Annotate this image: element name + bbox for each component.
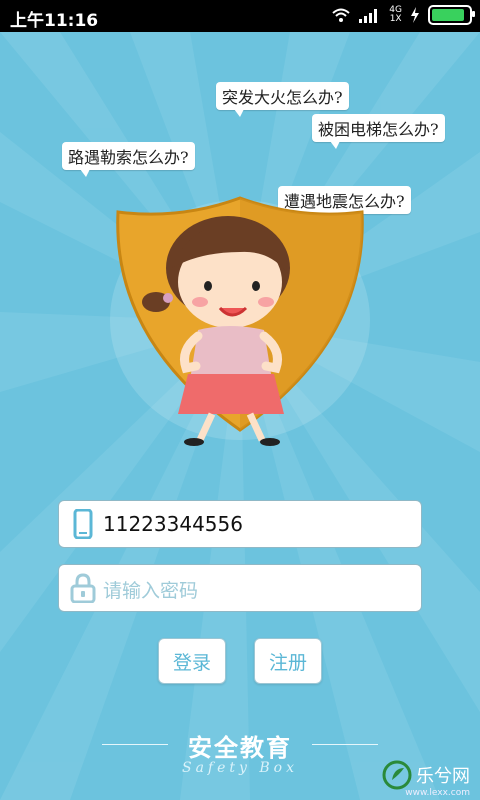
watermark: 乐兮网 www.lexx.com [382,760,470,798]
battery-icon [428,5,475,25]
phone-field-value: 11223344556 [103,512,243,536]
watermark-url: www.lexx.com [405,788,470,798]
footer-title: 安全教育 [188,734,292,762]
bubble-robbery: 路遇勒索怎么办? [62,142,195,177]
status-time: 上午11:16 [10,11,99,31]
password-placeholder: 请输入密码 [103,580,199,602]
watermark-logo-icon [382,760,412,790]
network-type-bottom: 1X [389,14,402,24]
password-field[interactable]: 请输入密码 [58,564,422,612]
bubble-elevator: 被困电梯怎么办? [312,114,445,149]
login-button[interactable]: 登录 [158,638,226,684]
status-icons: 4G 1X [331,5,475,25]
wifi-icon [332,8,350,22]
status-bar: 上午11:16 4G 1X [0,0,480,32]
network-type: 4G 1X [389,6,402,24]
phone-icon [73,509,93,539]
bubble-fire: 突发大火怎么办? [216,82,349,117]
register-button[interactable]: 注册 [254,638,322,684]
lock-icon [70,573,96,603]
phone-field[interactable]: 11223344556 [58,500,422,548]
shield-girl-illustration [100,190,380,460]
watermark-text: 乐兮网 [416,766,470,787]
signal-icon [359,9,378,23]
charging-icon [411,7,419,23]
